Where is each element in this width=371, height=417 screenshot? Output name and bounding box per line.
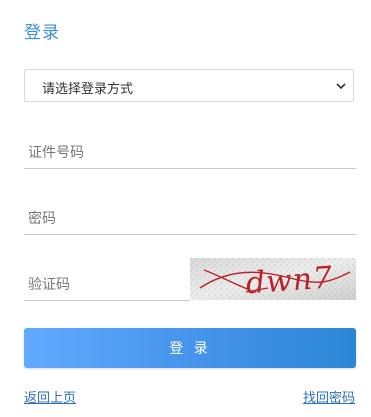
captcha-text: dwn7 (245, 260, 335, 300)
login-method-select[interactable]: 请选择登录方式 (24, 69, 354, 102)
page-title: 登录 (24, 23, 60, 43)
back-link[interactable]: 返回上页 (24, 387, 76, 406)
captcha-placeholder: 验证码 (28, 277, 70, 293)
login-method-selected-value: 请选择登录方式 (42, 82, 134, 97)
captcha-graphic: dwn7 (190, 258, 356, 300)
password-field[interactable]: 密码 (24, 200, 356, 235)
captcha-image[interactable]: dwn7 (190, 258, 356, 300)
password-placeholder: 密码 (28, 211, 56, 227)
login-button[interactable]: 登 录 (24, 328, 356, 368)
captcha-field[interactable]: 验证码 (24, 265, 190, 301)
recover-password-link[interactable]: 找回密码 (303, 387, 355, 406)
chevron-down-icon (336, 83, 346, 90)
id-number-field[interactable]: 证件号码 (24, 134, 356, 169)
id-number-placeholder: 证件号码 (28, 145, 84, 161)
